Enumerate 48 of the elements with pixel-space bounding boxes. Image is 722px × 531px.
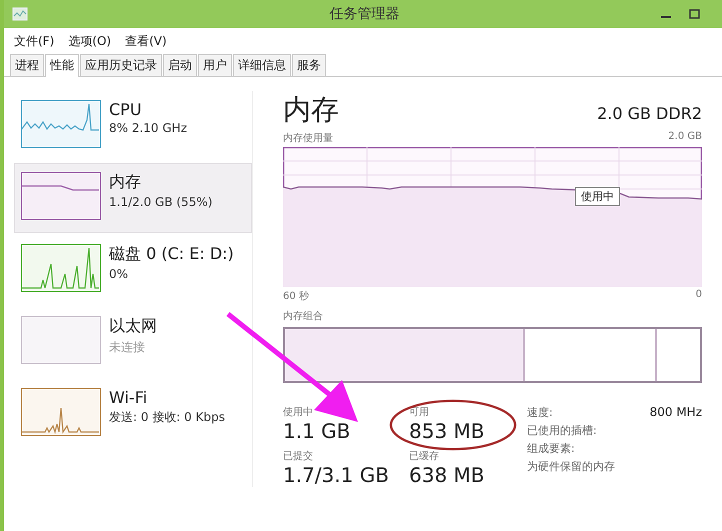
menu-item[interactable]: 查看(V) bbox=[125, 33, 167, 50]
sidebar-item[interactable]: 以太网 未连接 bbox=[14, 307, 252, 377]
sidebar-item-detail: 1.1/2.0 GB (55%) bbox=[109, 195, 212, 209]
composition-label: 内存组合 bbox=[283, 310, 324, 323]
sidebar-item-detail: 未连接 bbox=[109, 339, 146, 356]
sidebar-item-detail: 0% bbox=[109, 267, 130, 281]
sidebar-item-detail: 8% 2.10 GHz bbox=[109, 121, 188, 135]
property-label: 为硬件保留的内存 bbox=[527, 459, 615, 474]
sidebar-item-name: Wi-Fi bbox=[109, 388, 148, 407]
sidebar-item[interactable]: 磁盘 0 (C: E: D:) 0% bbox=[14, 235, 252, 305]
stat-value: 638 MB bbox=[409, 463, 486, 487]
memory-type: 2.0 GB DDR2 bbox=[597, 104, 702, 123]
property-label: 组成要素: bbox=[527, 441, 575, 456]
tab[interactable]: 详细信息 bbox=[233, 54, 291, 76]
stat-label: 使用中 bbox=[283, 406, 314, 419]
tab[interactable]: 性能 bbox=[45, 54, 79, 77]
sidebar-item-name: CPU bbox=[109, 100, 143, 119]
graph-time-label: 60 秒 bbox=[283, 290, 309, 303]
graph-label: 内存使用量 bbox=[283, 132, 333, 145]
tab[interactable]: 用户 bbox=[198, 54, 232, 76]
menu-item[interactable]: 选项(O) bbox=[68, 33, 112, 50]
property-label: 已使用的插槽: bbox=[527, 423, 597, 438]
tab[interactable]: 启动 bbox=[163, 54, 197, 76]
property-value: 800 MHz bbox=[650, 405, 702, 420]
sidebar-item[interactable]: Wi-Fi 发送: 0 接收: 0 Kbps bbox=[14, 379, 252, 449]
maximize-icon[interactable] bbox=[689, 9, 700, 19]
stat-value: 1.7/3.1 GB bbox=[283, 463, 390, 487]
sidebar-item-name: 内存 bbox=[109, 172, 142, 193]
tab[interactable]: 服务 bbox=[292, 54, 326, 76]
sidebar-item-name: 以太网 bbox=[109, 316, 157, 337]
app-icon bbox=[12, 7, 28, 21]
tab[interactable]: 应用历史记录 bbox=[80, 54, 162, 76]
stat-label: 已缓存 bbox=[409, 450, 440, 463]
tab[interactable]: 进程 bbox=[10, 54, 44, 76]
menu-item[interactable]: 文件(F) bbox=[14, 33, 54, 50]
stat-value: 853 MB bbox=[409, 419, 486, 443]
property-label: 速度: bbox=[527, 405, 553, 420]
sidebar-item-detail: 发送: 0 接收: 0 Kbps bbox=[109, 409, 225, 426]
window-title: 任务管理器 bbox=[328, 5, 400, 23]
graph-max-label: 2.0 GB bbox=[668, 131, 702, 144]
section-title: 内存 bbox=[283, 92, 339, 128]
graph-tooltip: 使用中 bbox=[575, 187, 620, 206]
sidebar-item-name: 磁盘 0 (C: E: D:) bbox=[109, 244, 234, 265]
stat-value: 1.1 GB bbox=[283, 419, 352, 443]
stat-label: 已提交 bbox=[283, 450, 314, 463]
sidebar-item[interactable]: CPU 8% 2.10 GHz bbox=[14, 91, 252, 161]
sidebar-item[interactable]: 内存 1.1/2.0 GB (55%) bbox=[14, 163, 252, 233]
graph-time-label: 0 bbox=[696, 289, 702, 302]
